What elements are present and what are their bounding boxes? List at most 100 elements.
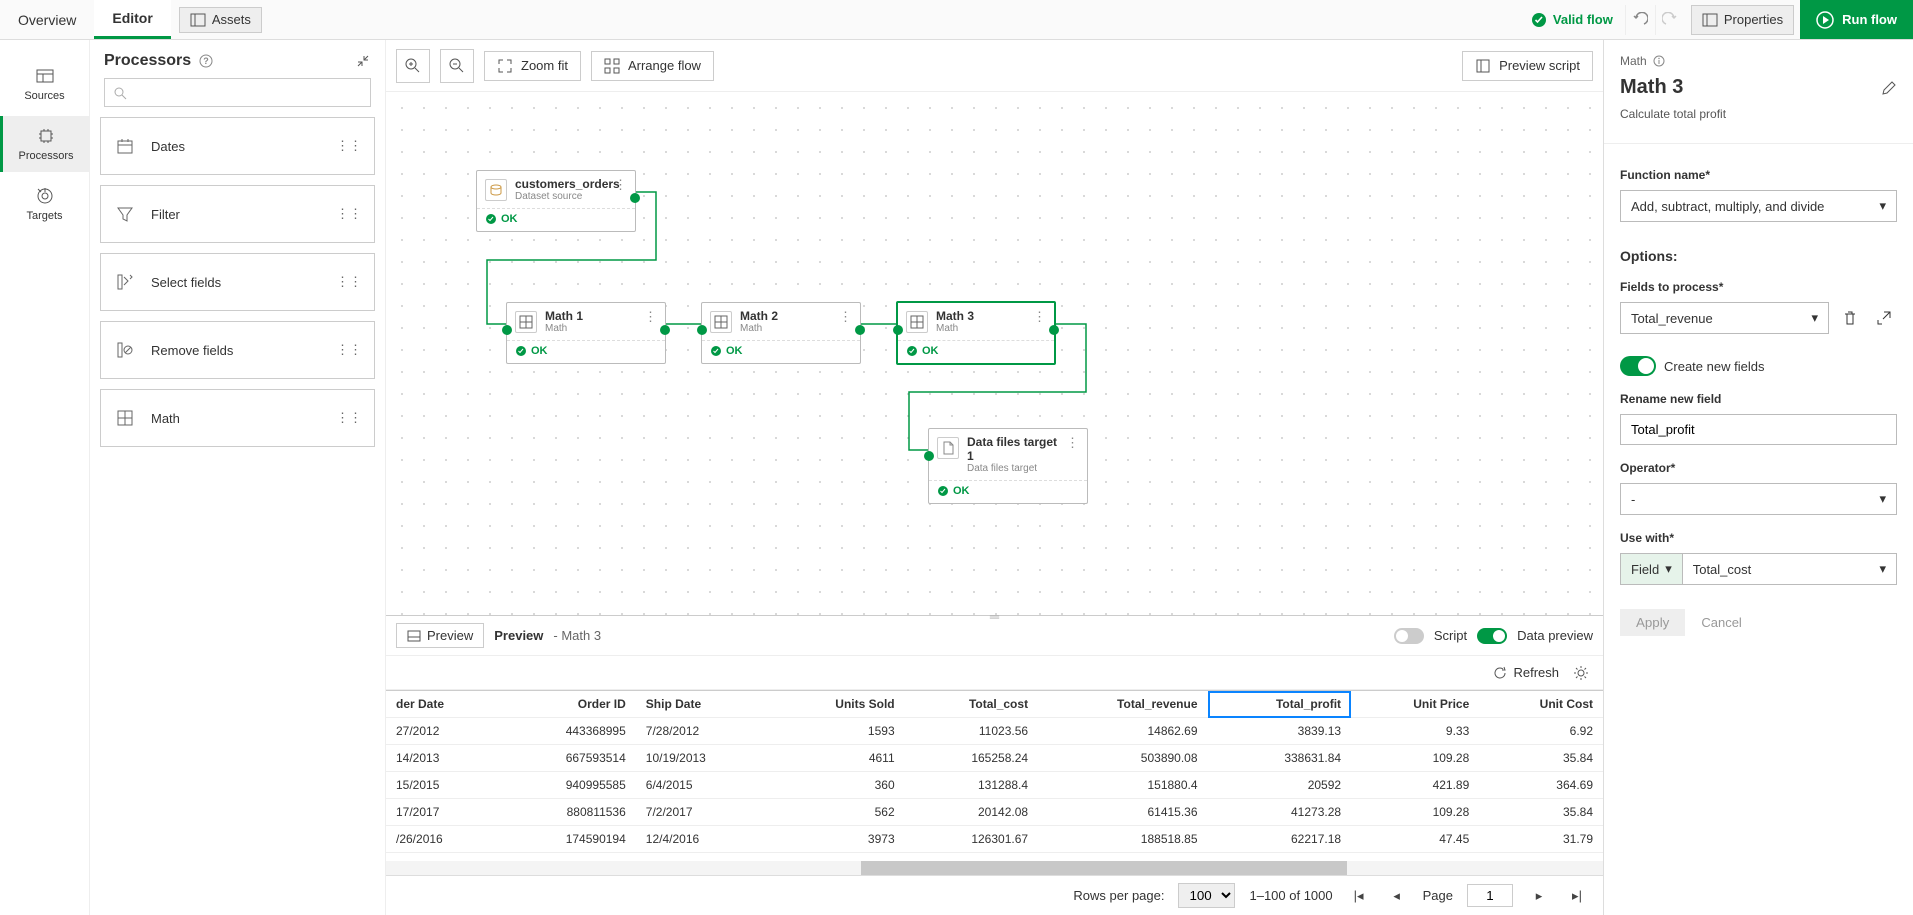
- info-icon[interactable]: [1653, 55, 1665, 67]
- properties-label: Properties: [1724, 12, 1783, 27]
- column-header[interactable]: der Date: [386, 691, 501, 718]
- arrange-flow-button[interactable]: Arrange flow: [591, 51, 714, 81]
- undo-button[interactable]: [1625, 5, 1655, 35]
- column-header[interactable]: Total_profit: [1208, 691, 1352, 718]
- node-customers-orders[interactable]: customers_orders Dataset source ⋮ OK: [476, 170, 636, 232]
- tab-overview[interactable]: Overview: [0, 0, 94, 39]
- column-header[interactable]: Units Sold: [771, 691, 905, 718]
- rename-field-input[interactable]: [1620, 414, 1897, 445]
- properties-button[interactable]: Properties: [1691, 5, 1794, 35]
- processors-title: Processors ?: [104, 52, 213, 70]
- table-row[interactable]: /26/201617459019412/4/20163973126301.671…: [386, 826, 1603, 853]
- node-status: OK: [501, 213, 518, 225]
- check-icon: [937, 485, 949, 497]
- page-input[interactable]: [1467, 884, 1513, 907]
- create-new-fields-toggle[interactable]: [1620, 356, 1656, 376]
- canvas-toolbar: Zoom fit Arrange flow Preview script: [386, 40, 1603, 92]
- nav-sources-label: Sources: [24, 90, 64, 102]
- processor-select-fields[interactable]: Select fields ⋮⋮: [100, 253, 375, 311]
- node-math-1[interactable]: Math 1 Math ⋮ OK: [506, 302, 666, 364]
- rows-per-page-select[interactable]: 100: [1178, 883, 1235, 908]
- drag-handle-icon: ⋮⋮: [336, 410, 362, 426]
- processor-search[interactable]: [104, 78, 371, 107]
- drag-handle-icon: ⋮⋮: [336, 206, 362, 222]
- use-with-kind-select[interactable]: Field ▾: [1620, 553, 1683, 585]
- run-flow-button[interactable]: Run flow: [1800, 0, 1913, 39]
- processor-label: Remove fields: [151, 343, 233, 358]
- resize-grip[interactable]: ═: [975, 613, 1015, 619]
- column-header[interactable]: Total_cost: [905, 691, 1038, 718]
- column-header[interactable]: Unit Price: [1351, 691, 1479, 718]
- column-header[interactable]: Order ID: [501, 691, 636, 718]
- processor-label: Math: [151, 411, 180, 426]
- edit-icon[interactable]: [1881, 80, 1897, 96]
- horizontal-scrollbar[interactable]: [386, 861, 1603, 875]
- table-cell: 31.79: [1479, 826, 1603, 853]
- tab-editor[interactable]: Editor: [94, 0, 170, 39]
- cancel-button[interactable]: Cancel: [1701, 615, 1741, 630]
- processor-search-input[interactable]: [133, 85, 362, 100]
- operator-select[interactable]: - ▾: [1620, 483, 1897, 515]
- column-header[interactable]: Ship Date: [636, 691, 771, 718]
- assets-label: Assets: [212, 12, 251, 27]
- redo-button[interactable]: [1655, 5, 1685, 35]
- preview-script-button[interactable]: Preview script: [1462, 51, 1593, 81]
- function-name-select[interactable]: Add, subtract, multiply, and divide ▾: [1620, 190, 1897, 222]
- preview-button[interactable]: Preview: [396, 623, 484, 648]
- processors-icon: [36, 126, 56, 146]
- table-cell: 62217.18: [1208, 826, 1352, 853]
- table-cell: 15/2015: [386, 772, 501, 799]
- column-header[interactable]: Total_revenue: [1038, 691, 1207, 718]
- column-header[interactable]: Unit Cost: [1479, 691, 1603, 718]
- zoom-out-button[interactable]: [440, 49, 474, 83]
- node-data-files-target[interactable]: Data files target 1 Data files target ⋮ …: [928, 428, 1088, 504]
- table-row[interactable]: 27/20124433689957/28/2012159311023.56148…: [386, 718, 1603, 745]
- use-with-value-select[interactable]: Total_cost ▾: [1683, 553, 1897, 585]
- node-math-2[interactable]: Math 2 Math ⋮ OK: [701, 302, 861, 364]
- last-page-button[interactable]: ▸|: [1565, 884, 1589, 908]
- refresh-button[interactable]: Refresh: [1493, 665, 1559, 680]
- panel-icon: [1702, 12, 1718, 28]
- collapse-icon[interactable]: [355, 53, 371, 69]
- node-menu-button[interactable]: ⋮: [1033, 309, 1046, 325]
- processor-label: Select fields: [151, 275, 221, 290]
- table-row[interactable]: 15/20159409955856/4/2015360131288.415188…: [386, 772, 1603, 799]
- prev-page-button[interactable]: ◂: [1385, 884, 1409, 908]
- table-cell: 364.69: [1479, 772, 1603, 799]
- apply-button[interactable]: Apply: [1620, 609, 1685, 636]
- node-math-3[interactable]: Math 3 Math ⋮ OK: [896, 301, 1056, 365]
- assets-button[interactable]: Assets: [179, 7, 262, 33]
- table-row[interactable]: 17/20178808115367/2/201756220142.0861415…: [386, 799, 1603, 826]
- zoom-in-button[interactable]: [396, 49, 430, 83]
- nav-sources[interactable]: Sources: [0, 56, 89, 112]
- next-page-button[interactable]: ▸: [1527, 884, 1551, 908]
- node-title: Data files target 1: [967, 435, 1058, 463]
- table-cell: 14862.69: [1038, 718, 1207, 745]
- zoom-fit-button[interactable]: Zoom fit: [484, 51, 581, 81]
- drag-handle-icon: ⋮⋮: [336, 342, 362, 358]
- fit-icon: [497, 58, 513, 74]
- data-preview-toggle[interactable]: [1477, 628, 1507, 644]
- fields-to-process-select[interactable]: Total_revenue ▾: [1620, 302, 1829, 334]
- processor-filter[interactable]: Filter ⋮⋮: [100, 185, 375, 243]
- nav-targets[interactable]: Targets: [0, 176, 89, 232]
- settings-button[interactable]: [1573, 665, 1589, 681]
- delete-field-button[interactable]: [1837, 305, 1863, 331]
- processor-remove-fields[interactable]: Remove fields ⋮⋮: [100, 321, 375, 379]
- processor-dates[interactable]: Dates ⋮⋮: [100, 117, 375, 175]
- table-cell: 7/28/2012: [636, 718, 771, 745]
- table-row[interactable]: 14/201366759351410/19/20134611165258.245…: [386, 745, 1603, 772]
- node-menu-button[interactable]: ⋮: [644, 309, 657, 325]
- node-menu-button[interactable]: ⋮: [839, 309, 852, 325]
- flow-canvas[interactable]: customers_orders Dataset source ⋮ OK Mat…: [386, 92, 1603, 615]
- first-page-button[interactable]: |◂: [1347, 884, 1371, 908]
- node-status: OK: [726, 345, 743, 357]
- processor-math[interactable]: Math ⋮⋮: [100, 389, 375, 447]
- node-menu-button[interactable]: ⋮: [1066, 435, 1079, 451]
- help-icon[interactable]: ?: [199, 54, 213, 68]
- expand-field-button[interactable]: [1871, 305, 1897, 331]
- rows-per-page-label: Rows per page:: [1073, 888, 1164, 903]
- nav-processors[interactable]: Processors: [0, 116, 89, 172]
- script-toggle[interactable]: [1394, 628, 1424, 644]
- node-menu-button[interactable]: ⋮: [614, 177, 627, 193]
